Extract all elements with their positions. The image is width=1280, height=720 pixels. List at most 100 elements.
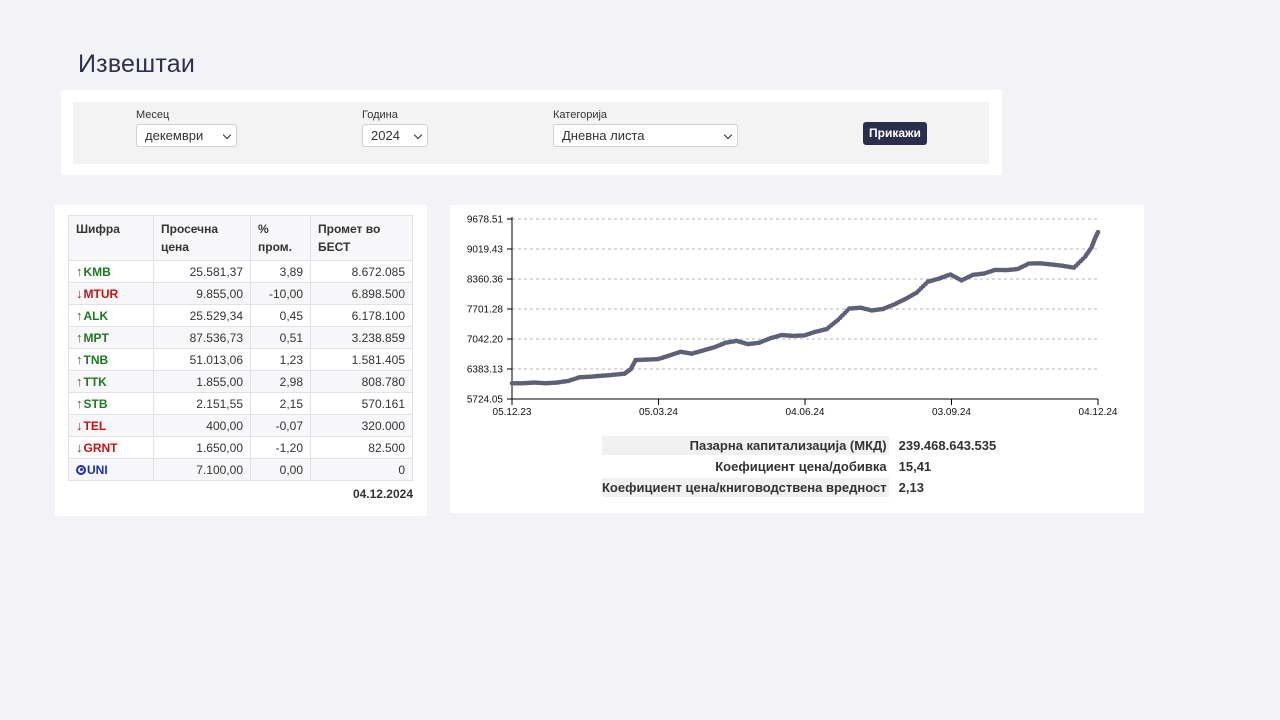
pct-change-cell: -0,07: [250, 414, 311, 437]
index-line-chart: 5724.05 6383.13 7042.20 7701.28 8360.36 9019.…: [467, 215, 1118, 419]
pct-change-cell: 1,23: [250, 348, 311, 371]
table-row: ↑ALK 25.529,34 0,45 6.178.100: [68, 304, 413, 327]
y-tick-label: 9019.43: [467, 245, 504, 256]
table-row: ↓MTUR 9.855,00 -10,00 6.898.500: [68, 282, 413, 305]
stat-label: Коефициент цена/добивка: [715, 459, 887, 474]
table-row: ↓GRNT 1.650,00 -1,20 82.500: [68, 436, 413, 459]
arrow-up-icon: ↑: [76, 374, 83, 389]
symbol-cell[interactable]: ↑TTK: [68, 370, 154, 393]
x-tick-label: 03.09.24: [932, 407, 971, 418]
symbol-link[interactable]: TTK: [84, 375, 107, 389]
symbol-link[interactable]: TNB: [84, 353, 109, 367]
symbol-link[interactable]: STB: [84, 397, 108, 411]
y-tick-label: 6383.13: [467, 364, 504, 375]
x-tick-label: 04.12.24: [1079, 407, 1118, 418]
month-select[interactable]: декември: [136, 124, 237, 147]
x-tick-label: 05.03.24: [639, 407, 678, 418]
symbol-cell[interactable]: ↑MPT: [68, 326, 154, 349]
avg-price-cell: 25.529,34: [153, 304, 251, 327]
turnover-cell: 82.500: [310, 436, 413, 459]
chevron-down-icon: [222, 130, 232, 140]
data-point: [1095, 229, 1101, 235]
y-tick-label: 7042.20: [467, 335, 504, 346]
table-row: ↑MPT 87.536,73 0,51 3.238.859: [68, 326, 413, 349]
stocks-panel: Шифра Просечна цена % пром. Промет во БЕ…: [55, 205, 427, 516]
avg-price-cell: 7.100,00: [153, 458, 251, 481]
symbol-link[interactable]: MTUR: [84, 287, 119, 301]
index-chart-panel: 5724.05 6383.13 7042.20 7701.28 8360.36 9019.…: [450, 205, 1144, 513]
arrow-up-icon: ↑: [76, 264, 83, 279]
symbol-link[interactable]: GRNT: [84, 441, 118, 455]
year-label: Година: [362, 109, 398, 121]
year-filter: Година 2024: [362, 109, 428, 147]
chevron-down-icon: [413, 130, 423, 140]
filter-form: Месец декември Година 2024 Категорија Дн…: [73, 102, 989, 164]
arrow-down-icon: ↓: [76, 418, 83, 433]
stocks-table: Шифра Просечна цена % пром. Промет во БЕ…: [68, 215, 413, 481]
month-value: декември: [145, 128, 204, 143]
symbol-cell[interactable]: ↓GRNT: [68, 436, 154, 459]
symbol-cell[interactable]: ↑TNB: [68, 348, 154, 371]
y-tick-label: 9678.51: [467, 215, 504, 226]
avg-price-cell: 9.855,00: [153, 282, 251, 305]
pct-change-cell: 2,15: [250, 392, 311, 415]
page-title: Извештаи: [78, 50, 196, 78]
pct-change-cell: 0,51: [250, 326, 311, 349]
arrow-down-icon: ↓: [76, 286, 83, 301]
turnover-cell: 808.780: [310, 370, 413, 393]
table-row: ↑TNB 51.013,06 1,23 1.581.405: [68, 348, 413, 371]
pct-change-cell: -10,00: [250, 282, 311, 305]
filter-panel: Месец декември Година 2024 Категорија Дн…: [61, 90, 1002, 175]
symbol-cell[interactable]: UNI: [68, 458, 154, 481]
header-symbol[interactable]: Шифра: [68, 215, 154, 261]
y-tick-label: 7701.28: [467, 305, 504, 316]
symbol-cell[interactable]: ↑KMB: [68, 260, 154, 283]
year-select[interactable]: 2024: [362, 124, 428, 147]
stat-value: 239.468.643.535: [898, 438, 997, 453]
symbol-cell[interactable]: ↓MTUR: [68, 282, 154, 305]
symbol-link[interactable]: ALK: [84, 309, 109, 323]
arrow-up-icon: ↑: [76, 330, 83, 345]
table-row: ↓TEL 400,00 -0,07 320.000: [68, 414, 413, 437]
symbol-link[interactable]: KMB: [84, 265, 111, 279]
header-turnover[interactable]: Промет во БЕСТ: [310, 215, 413, 261]
turnover-cell: 6.898.500: [310, 282, 413, 305]
month-label: Месец: [136, 109, 170, 121]
stat-row: Коефициент цена/добивка 15,41: [602, 457, 996, 476]
stat-value: 15,41: [898, 459, 932, 474]
pct-change-cell: -1,20: [250, 436, 311, 459]
pct-change-cell: 2,98: [250, 370, 311, 393]
month-filter: Месец декември: [136, 109, 237, 147]
category-filter: Категорија Дневна листа: [553, 109, 738, 147]
header-avg-price[interactable]: Просечна цена: [153, 215, 251, 261]
turnover-cell: 0: [310, 458, 413, 481]
avg-price-cell: 2.151,55: [153, 392, 251, 415]
x-tick-label: 05.12.23: [493, 407, 532, 418]
symbol-link[interactable]: MPT: [84, 331, 109, 345]
turnover-cell: 570.161: [310, 392, 413, 415]
turnover-cell: 1.581.405: [310, 348, 413, 371]
market-stats: Пазарна капитализација (МКД) 239.468.643.…: [602, 434, 996, 499]
y-tick-label: 8360.36: [467, 274, 504, 285]
category-label: Категорија: [553, 109, 608, 121]
category-select[interactable]: Дневна листа: [553, 124, 738, 147]
table-row: ↑STB 2.151,55 2,15 570.161: [68, 392, 413, 415]
table-row: UNI 7.100,00 0,00 0: [68, 458, 413, 481]
stat-row: Пазарна капитализација (МКД) 239.468.643.…: [602, 436, 996, 455]
symbol-cell[interactable]: ↑ALK: [68, 304, 154, 327]
year-value: 2024: [371, 128, 400, 143]
turnover-cell: 8.672.085: [310, 260, 413, 283]
header-pct-change[interactable]: % пром.: [250, 215, 311, 261]
arrow-up-icon: ↑: [76, 352, 83, 367]
show-button[interactable]: Прикажи: [863, 122, 927, 145]
symbol-link[interactable]: TEL: [84, 419, 107, 433]
turnover-cell: 6.178.100: [310, 304, 413, 327]
avg-price-cell: 87.536,73: [153, 326, 251, 349]
symbol-link[interactable]: UNI: [87, 463, 108, 477]
symbol-cell[interactable]: ↑STB: [68, 392, 154, 415]
table-date: 04.12.2024: [352, 487, 413, 501]
arrow-down-icon: ↓: [76, 440, 83, 455]
symbol-cell[interactable]: ↓TEL: [68, 414, 154, 437]
circle-dot-icon: [76, 464, 86, 475]
category-value: Дневна листа: [562, 128, 645, 143]
